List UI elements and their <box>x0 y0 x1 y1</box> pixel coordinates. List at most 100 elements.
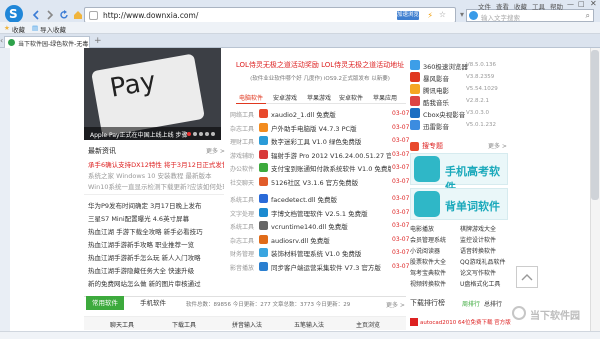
topic-link[interactable]: 视频转换软件 <box>410 279 446 288</box>
accelerate-button[interactable]: 加速浏览 <box>397 11 419 20</box>
banner-vocab[interactable]: 背单词软件 <box>410 188 508 220</box>
software-name[interactable]: vcruntime140.dll 免费版 <box>271 221 391 231</box>
software-name[interactable]: facedetect.dll 免费版 <box>271 194 391 204</box>
table-row[interactable]: 财务管理 装饰材料管理系统 V1.0 免费版 03-07 <box>226 247 412 259</box>
software-name[interactable]: 5126社区 V3.1.6 官方免费版 <box>271 177 391 187</box>
refresh-icon[interactable] <box>58 9 70 21</box>
software-category[interactable]: 财务管理 <box>230 249 254 258</box>
table-row[interactable]: 游戏辅助 辐射手游 Pro 2012 V16.24.00.51.27 官方 03-0… <box>226 149 412 161</box>
app-name[interactable]: 360极速浏览器 <box>423 61 468 71</box>
category-download[interactable]: 下载工具 <box>172 320 196 329</box>
software-name[interactable]: 支付宝到账通知付款系统软件 V1.0 免费版 <box>271 163 391 173</box>
software-name[interactable]: 字博文档管理软件 V2.5.1 免费版 <box>271 208 391 218</box>
star-icon[interactable]: ☆ <box>439 10 446 19</box>
banner-vocab-text[interactable]: 背单词软件 <box>445 198 500 214</box>
app-name[interactable]: 迅雷影音 <box>423 121 449 131</box>
app-name[interactable]: Cbox央视影音 <box>423 109 465 119</box>
software-category[interactable]: 游戏辅助 <box>230 151 254 160</box>
topic-link[interactable]: 语音转换软件 <box>460 246 496 255</box>
tab-pc-software[interactable]: 电脑软件 <box>236 93 267 104</box>
search-icon[interactable]: ⌕ <box>586 11 590 21</box>
software-category[interactable]: 杂志工具 <box>230 236 254 245</box>
category-wubi[interactable]: 五笔输入法 <box>294 320 324 329</box>
menu-view[interactable]: 查看 <box>496 1 509 11</box>
bottom-more-link[interactable]: 更多 > <box>386 300 405 309</box>
tab-mobile-software[interactable]: 手机软件 <box>134 296 172 310</box>
topic-link[interactable]: 股票软件大全 <box>410 257 446 266</box>
table-row[interactable]: 文字处理 字博文档管理软件 V2.5.1 免费版 03-07 <box>226 207 412 219</box>
software-category[interactable]: 杂志工具 <box>230 124 254 133</box>
menu-favorites[interactable]: 收藏 <box>514 1 527 11</box>
banner-gaokao[interactable]: 手机高考软件 <box>410 153 508 194</box>
table-row[interactable]: 杂志工具 户外助手电脑版 V4.7.3 PC版 03-07 <box>226 122 412 134</box>
table-row[interactable]: 系统工具 facedetect.dll 免费版 03-07 <box>226 193 412 205</box>
list-item[interactable]: Win10系统一直显示检测下载更新?应该如何处理 <<手4>> <box>88 181 224 191</box>
topic-link[interactable]: 小说阅读器 <box>410 246 440 255</box>
table-row[interactable]: 网络工具 xaudio2_1.dll 免费版 03-07 <box>226 108 412 120</box>
bookmark-import[interactable]: 导入收藏 <box>40 24 66 34</box>
close-button[interactable]: ✕ <box>590 0 597 8</box>
new-tab-button[interactable]: + <box>94 36 102 46</box>
table-row[interactable]: 办公软件 支付宝到账通知付款系统软件 V1.0 免费版 03-07 <box>226 162 412 174</box>
table-row[interactable]: 系统工具 vcruntime140.dll 免费版 03-07 <box>226 220 412 232</box>
table-row[interactable]: 社交聊天 5126社区 V3.1.6 官方免费版 03-07 <box>226 176 412 188</box>
url-text[interactable]: http://www.downxia.com/ <box>103 11 198 20</box>
tab-android-games[interactable]: 安卓游戏 <box>270 93 300 104</box>
ad-line-2[interactable]: (软件业业软件哪个好 几度作) iOS9.2正式版发布 以新要) <box>232 74 408 82</box>
software-category[interactable]: 文字处理 <box>230 209 254 218</box>
software-name[interactable]: 辐射手游 Pro 2012 V16.24.00.51.27 官方 <box>271 150 391 160</box>
news-more-link[interactable]: 更多 > <box>206 146 225 155</box>
topic-link[interactable]: 会员管理系统 <box>410 235 446 244</box>
topic-link[interactable]: 电影播放 <box>410 224 434 233</box>
maximize-button[interactable]: □ <box>578 0 585 8</box>
software-name[interactable]: 装饰材料管理系统 V1.0 免费版 <box>271 248 391 258</box>
software-category[interactable]: 办公软件 <box>230 164 254 173</box>
software-name[interactable]: 户外助手电脑版 V4.7.3 PC版 <box>271 123 391 133</box>
topic-link[interactable]: 棋牌游戏大全 <box>460 224 496 233</box>
list-item[interactable]: 热血江湖 手游下载全攻略 新手必看技巧 <box>88 226 224 236</box>
menu-file[interactable]: 文件 <box>478 1 491 11</box>
app-name[interactable]: 酷我音乐 <box>423 97 449 107</box>
list-item[interactable]: Cbox央视影音 V3.0.3.0 <box>410 108 508 120</box>
table-row[interactable]: 影音播放 同步客户端运营采集软件 V7.3 官方版 03-07 <box>226 261 412 273</box>
category-homepage[interactable]: 主页浏览 <box>356 320 380 329</box>
list-item[interactable]: 承手6确认支持DX12特性 将于3月12日正式发售 <box>88 159 224 169</box>
software-name[interactable]: 数字迷彩工具 V1.0 绿色免费版 <box>271 136 391 146</box>
tab-common-software[interactable]: 常用软件 <box>86 296 124 310</box>
home-icon[interactable] <box>72 9 84 21</box>
tab-total-rank[interactable]: 总排行 <box>484 299 502 308</box>
browser-logo-icon[interactable]: S <box>5 5 23 23</box>
app-name[interactable]: 暴风影音 <box>423 73 449 83</box>
favorites-star-icon[interactable]: ★ <box>4 24 10 32</box>
menu-help[interactable]: 帮助 <box>550 1 563 11</box>
topic-link[interactable]: 论文写作软件 <box>460 268 496 277</box>
software-name[interactable]: xaudio2_1.dll 免费版 <box>271 109 391 119</box>
menu-tools[interactable]: 工具 <box>532 1 545 11</box>
list-item[interactable]: 迅雷影音 V5.0.1.232 <box>410 120 508 132</box>
rank-top-item[interactable]: autocad2010 64位免费下载 官方版 <box>420 318 511 326</box>
software-name[interactable]: 同步客户端运营采集软件 V7.3 官方版 <box>271 262 391 272</box>
list-item[interactable]: 新的免费网站怎么做 新的图片审核通过 <box>88 278 224 288</box>
forward-icon[interactable] <box>44 9 56 21</box>
search-input[interactable]: 输入文字搜索 <box>481 12 520 22</box>
import-icon[interactable]: ▤ <box>32 24 38 32</box>
list-item[interactable]: 华为P9发布时间确定 3月17日晚上发布 <box>88 200 224 210</box>
software-category[interactable]: 社交聊天 <box>230 178 254 187</box>
category-pinyin[interactable]: 拼音输入法 <box>232 320 262 329</box>
hero-banner[interactable]: Pay Apple Pay正式在中国上线上线 步骤 <box>84 48 221 140</box>
topic-more-link[interactable]: 更多 > <box>488 141 507 150</box>
ad-line-1[interactable]: LOL侍灵无极之道活动奖励 LOL侍灵无极之道活动地址 <box>232 60 408 70</box>
topic-link[interactable]: U盘格式化工具 <box>460 279 500 288</box>
back-to-top-button[interactable] <box>516 266 538 288</box>
tab-weekly-rank[interactable]: 周排行 <box>462 299 480 308</box>
category-chat[interactable]: 聊天工具 <box>110 320 134 329</box>
minimize-button[interactable]: — <box>567 0 574 8</box>
list-item[interactable]: 腾讯电影 V5.54.1029 <box>410 84 508 96</box>
list-item[interactable]: 热血江湖手游新手攻略 职业推荐一览 <box>88 239 224 249</box>
list-item[interactable]: 酷我音乐 V2.8.2.1 <box>410 96 508 108</box>
app-name[interactable]: 腾讯电影 <box>423 85 449 95</box>
tab-apple-apps[interactable]: 苹果应用 <box>370 93 400 104</box>
topic-link[interactable]: 监控设计软件 <box>460 235 496 244</box>
ad-banner[interactable]: LOL侍灵无极之道活动奖励 LOL侍灵无极之道活动地址 (软件业业软件哪个好 几… <box>232 60 408 82</box>
software-name[interactable]: audiosrv.dll 免费版 <box>271 235 391 245</box>
